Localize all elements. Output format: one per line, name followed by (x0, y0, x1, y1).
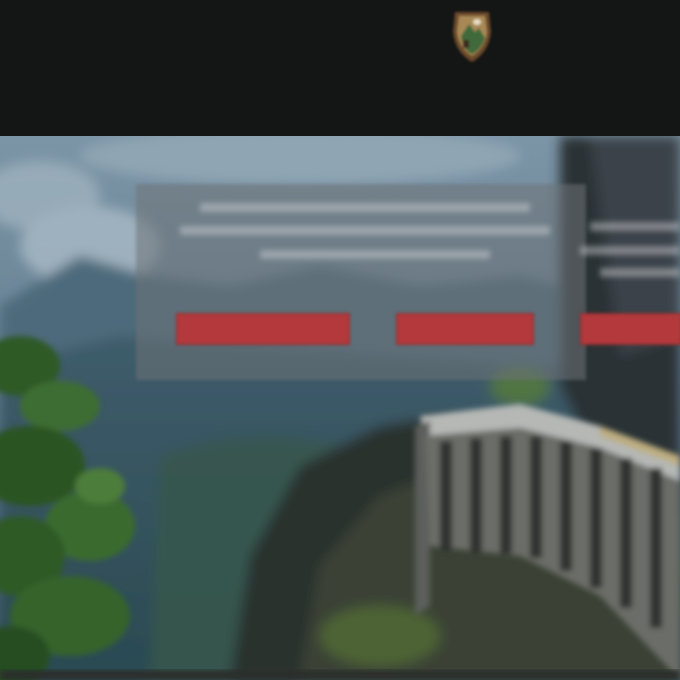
overlay-text-line (200, 203, 530, 212)
site-header (0, 0, 680, 136)
overlay-button-1[interactable] (176, 313, 350, 345)
overlay-dialog (136, 184, 586, 380)
overlay-text-line (260, 250, 490, 259)
overlay-button-3[interactable] (580, 313, 680, 345)
overlay-text-line (600, 268, 680, 277)
overlay-text-line (180, 226, 550, 235)
page (0, 0, 680, 680)
overlay-button-2[interactable] (396, 313, 534, 345)
arrowhead-logo-icon[interactable] (447, 6, 497, 66)
overlay-text-line (580, 246, 680, 255)
overlay-text-line (590, 222, 680, 231)
